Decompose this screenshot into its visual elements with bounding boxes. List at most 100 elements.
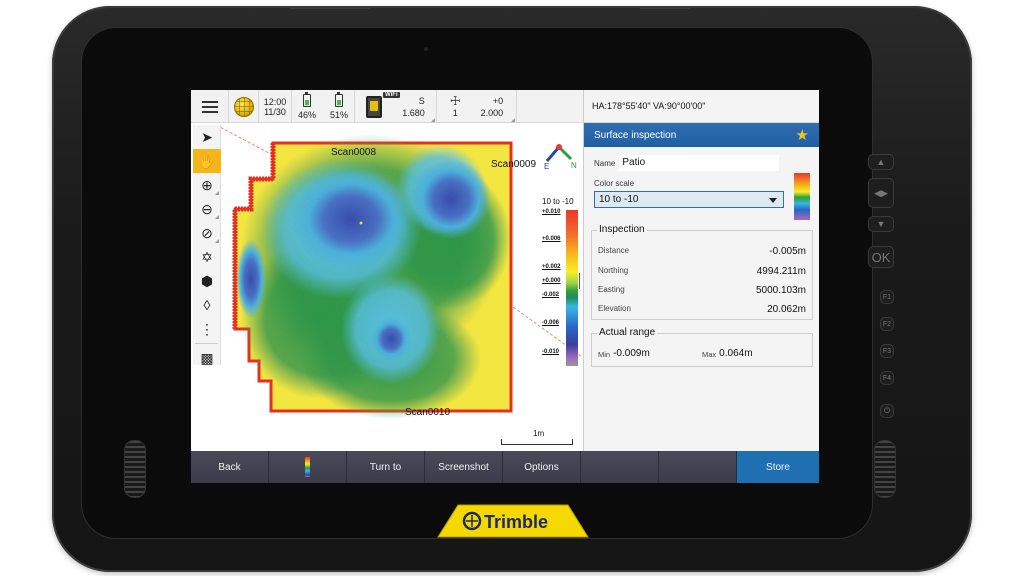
instrument-status[interactable]: WiFi S 1.680 — [355, 90, 437, 123]
zoom-extents-tool[interactable]: ⊘ — [193, 221, 221, 245]
target-offset: +0 — [492, 95, 504, 106]
scan-label-8[interactable]: Scan0008 — [331, 147, 376, 158]
toolbar-divider — [195, 343, 218, 344]
hw-f1-key[interactable]: F1 — [880, 290, 894, 304]
color-scale-icon — [305, 457, 310, 477]
compass-n-label: N — [571, 161, 577, 170]
date: 11/30 — [264, 106, 286, 117]
color-scale-select[interactable]: 10 to -10 — [594, 191, 784, 208]
more-tool[interactable]: ⋮ — [193, 317, 221, 341]
video-camera-icon: ▩ — [200, 349, 214, 366]
menu-button[interactable] — [191, 90, 229, 123]
angle-readout: HA:178°55'40" VA:90°00'00" — [584, 90, 819, 123]
cube-icon: ⬢ — [200, 272, 214, 289]
hw-ok-key[interactable]: OK — [868, 246, 894, 268]
compass-e-label: E — [544, 162, 549, 171]
instrument-value: 1.680 — [402, 107, 425, 118]
scale-label: 1m — [533, 429, 545, 438]
color-scale-label: Color scale — [594, 179, 635, 188]
orbit-tool[interactable]: ✡ — [193, 245, 221, 269]
max-label: Max — [702, 350, 717, 359]
status-spacer — [517, 90, 583, 123]
legend-title: 10 to -10 — [542, 197, 574, 206]
favorite-star-icon[interactable]: ★ — [796, 126, 809, 144]
compass-icon: E N — [544, 144, 577, 171]
globe-icon — [233, 96, 254, 117]
distance-label: Distance — [598, 246, 630, 255]
orbit-icon: ✡ — [201, 248, 213, 265]
layers-tool[interactable]: ◊ — [193, 293, 221, 317]
legend-tick: +0.006 — [542, 236, 561, 242]
product-photo: 12:00 11/30 46% 51% WiFi S 1.680 ☩ 1 +0 … — [0, 0, 1024, 576]
screenshot-button[interactable]: Screenshot — [425, 451, 503, 483]
target-height: 2.000 — [480, 107, 504, 118]
map-view[interactable]: Scan0008 Scan0009 Scan0010 E N 10 to -10… — [191, 123, 583, 451]
legend-tick: -0.006 — [542, 320, 560, 326]
empty-softkey — [581, 451, 659, 483]
scan-label-9[interactable]: Scan0009 — [491, 159, 536, 170]
hardware-button-top-2 — [640, 6, 690, 9]
datetime: 12:00 11/30 — [259, 90, 292, 123]
arrow-up-icon: ▲ — [876, 157, 886, 167]
corner-indicator — [431, 118, 435, 122]
zoom-in-tool[interactable]: ⊕ — [193, 173, 221, 197]
color-legend-bar — [566, 210, 578, 366]
color-scale-button[interactable] — [269, 451, 347, 483]
legend-tick: -0.010 — [542, 349, 560, 355]
target-status[interactable]: ☩ 1 +0 2.000 — [437, 90, 517, 123]
softkey-bar: Back Turn to Screenshot Options Store — [191, 451, 819, 483]
wifi-badge: WiFi — [383, 92, 400, 98]
battery-icon — [302, 91, 311, 107]
elevation-label: Elevation — [598, 304, 631, 313]
min-label: Min — [598, 350, 611, 359]
turn-to-button[interactable]: Turn to — [347, 451, 425, 483]
hw-f3-key[interactable]: F3 — [880, 344, 894, 358]
3d-view-tool[interactable]: ⬢ — [193, 269, 221, 293]
pan-tool[interactable]: ✋ — [193, 149, 221, 173]
hw-down-key[interactable]: ▼ — [868, 216, 894, 232]
hw-power-key[interactable]: ⏻ — [880, 404, 894, 418]
heatmap-blobs — [236, 134, 511, 419]
northing-label: Northing — [598, 266, 629, 275]
instrument-mode: S — [418, 95, 425, 106]
options-button[interactable]: Options — [503, 451, 581, 483]
legend-tick: +0.010 — [542, 209, 561, 215]
hw-left-right-key[interactable]: ◀▶ — [868, 178, 894, 208]
point-cloud-heatmap[interactable] — [231, 129, 551, 425]
legend-tick: +0.002 — [542, 264, 561, 270]
northing-value: 4994.211m — [756, 266, 806, 277]
map-toolbar: ➤ ✋ ⊕ ⊖ ⊘ ✡ ⬢ ◊ ⋮ ▩ — [193, 125, 221, 366]
inspection-point[interactable] — [359, 221, 363, 225]
corner-indicator — [511, 118, 515, 122]
zoom-out-tool[interactable]: ⊖ — [193, 197, 221, 221]
min-value: -0.009m — [613, 348, 650, 359]
max-value: 0.064m — [719, 348, 753, 359]
name-input[interactable]: Patio — [619, 155, 780, 171]
store-button[interactable]: Store — [737, 451, 819, 483]
hw-f4-key[interactable]: F4 — [880, 371, 894, 385]
select-tool[interactable]: ➤ — [193, 125, 221, 149]
gnss-status-button[interactable] — [229, 90, 259, 123]
battery-status[interactable]: 46% 51% — [292, 90, 355, 123]
chevron-down-icon — [769, 198, 777, 203]
scan-label-10[interactable]: Scan0010 — [405, 407, 450, 418]
video-tool[interactable]: ▩ — [193, 346, 221, 370]
scale-bar — [501, 439, 573, 445]
legend-tick: +0.000 — [542, 278, 561, 284]
inspection-row: Elevation 20.062m — [598, 304, 806, 315]
time: 12:00 — [263, 96, 287, 107]
right-grip — [874, 440, 896, 498]
pointer-icon: ➤ — [201, 128, 213, 145]
arrow-down-icon: ▼ — [876, 219, 886, 229]
panel-header: Surface inspection ★ — [584, 123, 819, 147]
screen: 12:00 11/30 46% 51% WiFi S 1.680 ☩ 1 +0 … — [191, 90, 819, 483]
empty-softkey — [659, 451, 737, 483]
inspection-row: Distance -0.005m — [598, 246, 806, 257]
color-scale-value: 10 to -10 — [599, 194, 639, 205]
brand-logo-text: Trimble — [484, 512, 549, 532]
hw-f2-key[interactable]: F2 — [880, 317, 894, 331]
battery-1-level: 46% — [297, 109, 316, 120]
hw-up-key[interactable]: ▲ — [868, 154, 894, 170]
back-button[interactable]: Back — [191, 451, 269, 483]
inspection-title: Inspection — [597, 224, 647, 235]
